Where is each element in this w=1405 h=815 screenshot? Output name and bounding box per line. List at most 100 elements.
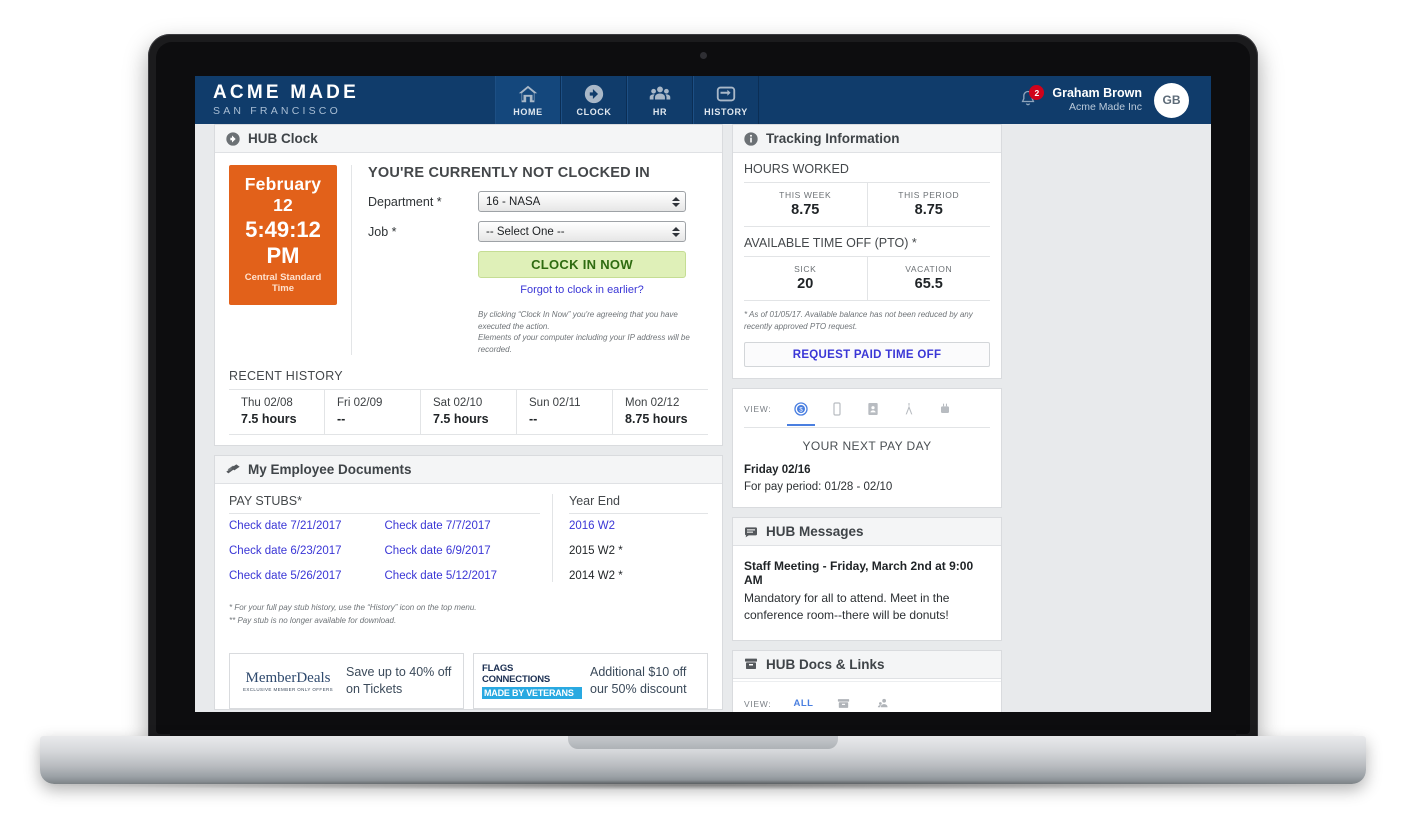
view-tab-pay[interactable]: $ — [783, 397, 819, 426]
forgot-clock-in-link[interactable]: Forgot to clock in earlier? — [478, 284, 686, 296]
year-end-title: Year End — [569, 494, 708, 515]
home-icon — [516, 83, 540, 105]
clock-icon — [582, 83, 606, 105]
list-item: 2014 W2 * — [569, 570, 623, 583]
documents-title: My Employee Documents — [248, 462, 412, 478]
docs-tab-archive[interactable] — [823, 693, 863, 712]
ad-text: Save up to 40% off on Tickets — [346, 664, 451, 698]
documents-footnotes: * For your full pay stub history, use th… — [215, 590, 722, 627]
nav-item-history[interactable]: HISTORY — [693, 76, 759, 124]
clock-chevron-icon — [225, 131, 241, 147]
docs-view-label: VIEW: — [744, 698, 772, 709]
clock-display-column: February 12 5:49:12 PM Central Standard … — [215, 165, 352, 356]
user-info[interactable]: Graham Brown Acme Made Inc — [1052, 86, 1142, 115]
payday-date: Friday 02/16 — [744, 464, 811, 476]
pto-label: AVAILABLE TIME OFF (PTO) * — [744, 236, 990, 257]
ad-flags-connections[interactable]: FLAGS CONNECTIONS MADE BY VETERANS Addit… — [473, 653, 708, 710]
nav-item-hr[interactable]: HR — [627, 76, 693, 124]
list-item: 2015 W2 * — [569, 545, 623, 558]
history-day: Mon 02/12 — [625, 397, 680, 410]
pto-note: * As of 01/05/17. Available balance has … — [733, 301, 1001, 333]
pay-stubs-section: PAY STUBS* Check date 7/21/2017 Check da… — [229, 494, 553, 583]
history-hours: -- — [529, 412, 538, 427]
brand-tagline: SAN FRANCISCO — [213, 105, 341, 117]
pto-section: AVAILABLE TIME OFF (PTO) * SICK 20 VACAT… — [733, 227, 1001, 301]
department-select[interactable]: 16 - NASA — [478, 191, 686, 212]
job-select[interactable]: -- Select One -- — [478, 221, 686, 242]
chevron-updown-icon — [672, 195, 680, 209]
archive-icon — [837, 699, 850, 709]
view-tab-contact[interactable] — [855, 397, 891, 421]
messages-body: Staff Meeting - Friday, March 2nd at 9:0… — [733, 546, 1001, 640]
flags-connections-logo: FLAGS CONNECTIONS MADE BY VETERANS — [482, 663, 582, 700]
nav-label-home: HOME — [513, 107, 543, 117]
memberdeals-logo: MemberDeals EXCLUSIVE MEMBER ONLY OFFERS — [238, 670, 338, 692]
main-column: HUB Clock February 12 5:49:12 PM Central… — [214, 124, 723, 712]
list-item[interactable]: Check date 5/12/2017 — [385, 570, 541, 582]
header-user-area: 2 Graham Brown Acme Made Inc GB — [1018, 76, 1211, 124]
list-item[interactable]: Check date 6/23/2017 — [229, 545, 385, 557]
notifications-button[interactable]: 2 — [1018, 85, 1045, 112]
nav-item-home[interactable]: HOME — [495, 76, 561, 124]
hub-clock-body: February 12 5:49:12 PM Central Standard … — [215, 153, 722, 356]
main-nav: HOME CLOCK HR HISTORY — [495, 76, 759, 124]
people-icon — [648, 83, 672, 105]
tracking-information-panel: Tracking Information HOURS WORKED THIS W… — [732, 124, 1002, 379]
laptop-base — [40, 736, 1366, 784]
pto-note-line-2: recently approved PTO request. — [744, 322, 858, 331]
ad-logo-name: FLAGS CONNECTIONS — [482, 663, 550, 686]
pto-note-line-1: * As of 01/05/17. Available balance has … — [744, 310, 973, 319]
laptop-base-notch — [568, 736, 838, 749]
info-icon — [743, 131, 759, 147]
list-item[interactable]: Check date 6/9/2017 — [385, 545, 541, 557]
ad-logo-name: MemberDeals — [245, 670, 331, 687]
user-organization: Acme Made Inc — [1069, 101, 1142, 114]
messages-title: HUB Messages — [766, 524, 864, 540]
hub-docs-links-panel: HUB Docs & Links VIEW: ALL — [732, 649, 1002, 712]
app-header: ACME MADE SAN FRANCISCO HOME CLOCK HR HI… — [195, 76, 1211, 124]
job-label: Job * — [368, 224, 397, 239]
stat-value: 20 — [797, 276, 814, 292]
dollar-coin-icon: $ — [794, 402, 809, 416]
history-day: Sat 02/10 — [433, 397, 483, 410]
message-icon — [743, 524, 759, 540]
list-item[interactable]: Check date 7/21/2017 — [229, 520, 385, 532]
nav-item-clock[interactable]: CLOCK — [561, 76, 627, 124]
tracking-header: Tracking Information — [733, 125, 1001, 153]
stat-value: 8.75 — [914, 202, 943, 218]
list-item[interactable]: Check date 7/7/2017 — [385, 520, 541, 532]
clock-status-text: YOU'RE CURRENTLY NOT CLOCKED IN — [368, 165, 650, 181]
docs-tab-all[interactable]: ALL — [783, 693, 823, 712]
history-day: Thu 02/08 — [241, 397, 293, 410]
view-tab-person[interactable] — [891, 397, 927, 421]
screenshot-stage: ACME MADE SAN FRANCISCO HOME CLOCK HR HI… — [0, 0, 1405, 815]
notification-badge: 2 — [1029, 85, 1045, 100]
message-line-2: conference room--there will be donuts! — [744, 608, 949, 623]
recent-history-title: RECENT HISTORY — [229, 369, 343, 384]
clock-in-button[interactable]: CLOCK IN NOW — [478, 251, 686, 278]
ad-logo-tagline: EXCLUSIVE MEMBER ONLY OFFERS — [242, 687, 334, 693]
job-row: Job * -- Select One -- — [368, 221, 708, 242]
stat-key: THIS PERIOD — [898, 190, 960, 200]
laptop-lid: ACME MADE SAN FRANCISCO HOME CLOCK HR HI… — [148, 34, 1258, 742]
stat-key: SICK — [794, 264, 817, 274]
docs-tab-people[interactable] — [863, 693, 903, 712]
ad-memberdeals[interactable]: MemberDeals EXCLUSIVE MEMBER ONLY OFFERS… — [229, 653, 464, 710]
avatar[interactable]: GB — [1154, 82, 1189, 118]
list-item[interactable]: 2016 W2 — [569, 520, 708, 532]
payday-title: YOUR NEXT PAY DAY — [802, 439, 932, 453]
table-row: Mon 02/12 8.75 hours — [613, 390, 708, 434]
tracking-title: Tracking Information — [766, 131, 900, 146]
disclaimer-line-1: By clicking “Clock In Now” you're agreei… — [478, 310, 678, 331]
webcam-dot — [699, 52, 707, 59]
payday-view-tabs: VIEW: $ — [733, 389, 1001, 426]
contact-card-icon — [868, 403, 879, 415]
request-pto-button[interactable]: REQUEST PAID TIME OFF — [744, 342, 990, 367]
view-tab-phone[interactable] — [819, 397, 855, 421]
view-tab-device[interactable] — [927, 397, 963, 421]
list-item[interactable]: Check date 5/26/2017 — [229, 570, 385, 582]
pay-stubs-grid: Check date 7/21/2017 Check date 7/7/2017… — [229, 520, 540, 582]
clock-disclaimer: By clicking “Clock In Now” you're agreei… — [478, 309, 708, 355]
payday-period: For pay period: 01/28 - 02/10 — [744, 480, 893, 493]
hub-clock-panel: HUB Clock February 12 5:49:12 PM Central… — [214, 124, 723, 447]
